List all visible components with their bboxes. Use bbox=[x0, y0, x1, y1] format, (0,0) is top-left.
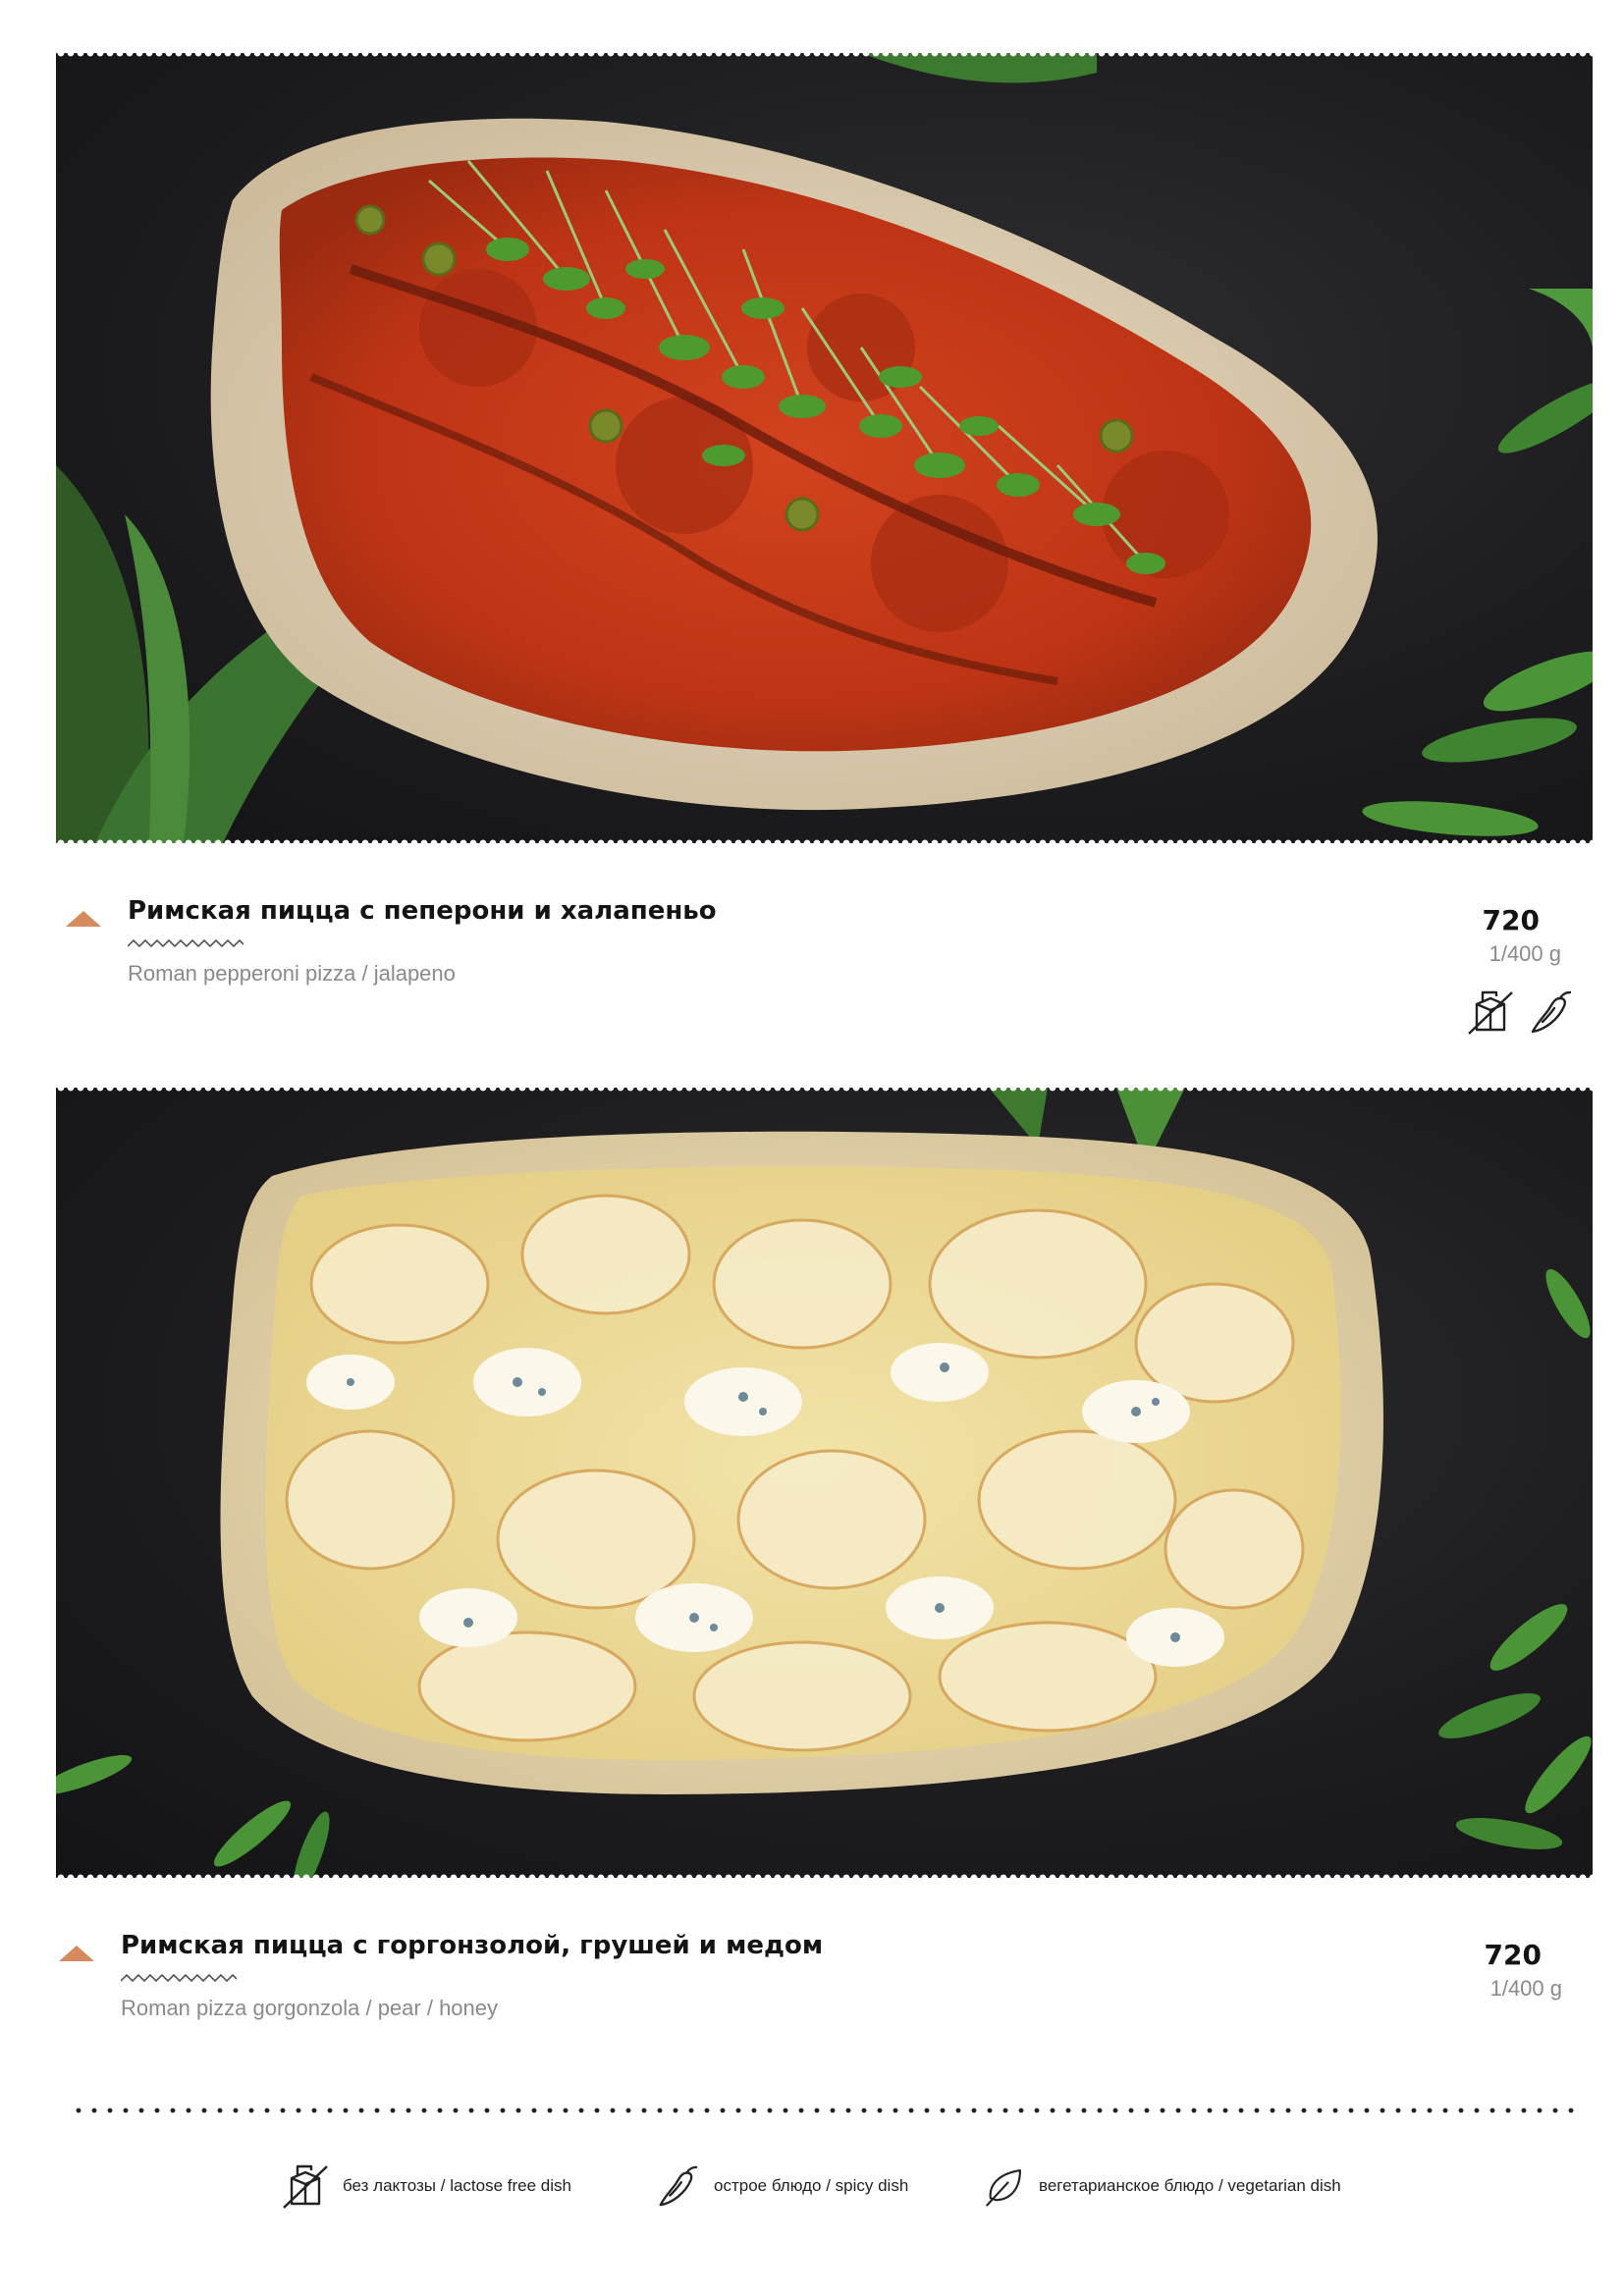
legend-spicy-label: острое блюдо / spicy dish bbox=[714, 2176, 909, 2195]
gorgonzola-pizza-illustration bbox=[56, 1088, 1592, 1878]
spicy-icon bbox=[659, 2165, 698, 2207]
item-price: 720 bbox=[1482, 904, 1540, 936]
pepperoni-pizza-illustration bbox=[56, 53, 1593, 843]
legend-lactose-free: без лактозы / lactose free dish bbox=[280, 2163, 571, 2209]
item-marker-icon bbox=[66, 911, 101, 927]
item-weight: 1/400 g bbox=[1489, 941, 1561, 966]
pepperoni-pizza-photo bbox=[56, 53, 1593, 843]
spicy-icon bbox=[1531, 990, 1572, 1034]
wavy-underline bbox=[128, 938, 244, 948]
item-marker-icon bbox=[59, 1946, 94, 1961]
gorgonzola-pizza-photo bbox=[56, 1088, 1593, 1878]
item-name-ru: Римская пицца с горгонзолой, грушей и ме… bbox=[121, 1931, 824, 1960]
legend-vegetarian-label: вегетарианское блюдо / vegetarian dish bbox=[1039, 2176, 1341, 2195]
leaf-icon bbox=[986, 2169, 1021, 2207]
item-price: 720 bbox=[1484, 1939, 1542, 1971]
lactose-free-icon bbox=[1468, 990, 1513, 1035]
legend-vegetarian: вегетарианское блюдо / vegetarian dish bbox=[982, 2163, 1341, 2209]
dotted-divider bbox=[71, 2108, 1583, 2113]
legend-spicy: острое блюдо / spicy dish bbox=[653, 2163, 908, 2209]
legend-lactose-free-label: без лактозы / lactose free dish bbox=[343, 2176, 571, 2195]
item-name-en: Roman pizza gorgonzola / pear / honey bbox=[121, 1996, 499, 2020]
item-weight: 1/400 g bbox=[1489, 1976, 1562, 2001]
item-name-ru: Римская пицца с пеперони и халапеньо bbox=[128, 896, 717, 926]
item-name-en: Roman pepperoni pizza / jalapeno bbox=[128, 961, 456, 986]
wavy-underline bbox=[121, 1973, 237, 1983]
lactose-free-icon bbox=[283, 2164, 328, 2209]
